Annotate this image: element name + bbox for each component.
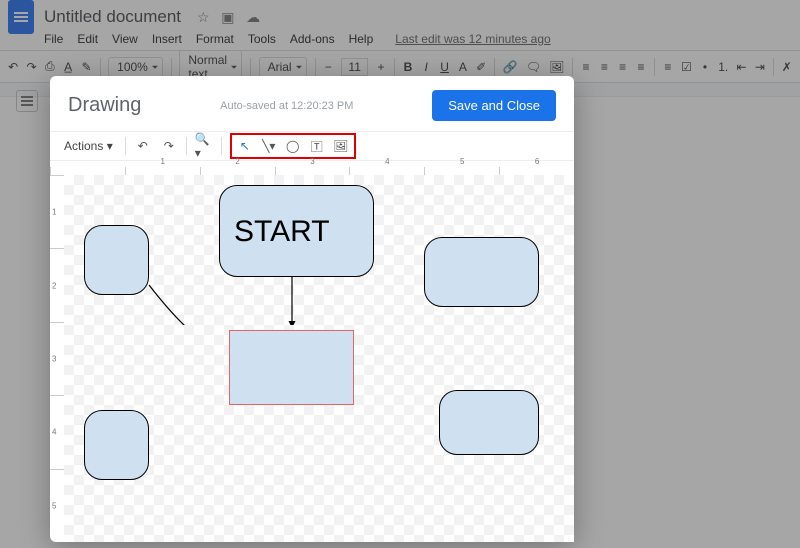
- bold-icon[interactable]: B: [403, 57, 413, 77]
- undo-icon[interactable]: ↶: [8, 57, 18, 77]
- text-color-icon[interactable]: A: [458, 57, 468, 77]
- h-ruler: 1 2 3 4 5 6: [50, 161, 574, 175]
- title-bar: Untitled document ☆ ▣ ☁: [0, 0, 800, 30]
- doc-title[interactable]: Untitled document: [44, 7, 181, 27]
- undo-icon[interactable]: ↶: [134, 137, 152, 155]
- image-tool-icon[interactable]: 🖼: [332, 137, 350, 155]
- indent-inc-icon[interactable]: ⇥: [755, 57, 765, 77]
- v-ruler: 1 2 3 4 5: [50, 175, 64, 542]
- zoom-tool-icon[interactable]: 🔍▾: [195, 137, 213, 155]
- star-icon[interactable]: ☆: [197, 9, 210, 25]
- menu-insert[interactable]: Insert: [152, 32, 182, 46]
- textbox-tool-icon[interactable]: 🅃: [308, 137, 326, 155]
- line-spacing-icon[interactable]: ≡: [663, 57, 673, 77]
- comment-icon[interactable]: 🗨: [526, 57, 541, 77]
- print-icon[interactable]: ⎙: [45, 57, 55, 77]
- redo-icon[interactable]: ↷: [160, 137, 178, 155]
- link-icon[interactable]: 🔗: [503, 57, 518, 77]
- menu-tools[interactable]: Tools: [248, 32, 276, 46]
- font-size-dec-icon[interactable]: −: [323, 57, 333, 77]
- move-folder-icon[interactable]: ▣: [221, 9, 234, 25]
- node-top-right[interactable]: [424, 237, 539, 307]
- start-label: START: [234, 215, 330, 249]
- cloud-status-icon: ☁: [246, 9, 260, 25]
- docs-logo-icon[interactable]: [8, 0, 34, 34]
- align-right-icon[interactable]: ≡: [617, 57, 627, 77]
- node-bottom-left[interactable]: [84, 410, 149, 480]
- checklist-icon[interactable]: ☑: [681, 57, 692, 77]
- node-top-left[interactable]: [84, 225, 149, 295]
- numbered-list-icon[interactable]: 1.: [718, 57, 728, 77]
- clear-format-icon[interactable]: ✗: [782, 57, 792, 77]
- drawing-header: Drawing Auto-saved at 12:20:23 PM Save a…: [50, 76, 574, 131]
- node-bottom-right[interactable]: [439, 390, 539, 455]
- autosave-text: Auto-saved at 12:20:23 PM: [220, 100, 353, 112]
- select-tool-icon[interactable]: ↖: [236, 137, 254, 155]
- menu-view[interactable]: View: [112, 32, 138, 46]
- shape-tool-icon[interactable]: ◯: [284, 137, 302, 155]
- underline-icon[interactable]: U: [439, 57, 449, 77]
- image-icon[interactable]: 🖼: [549, 57, 564, 77]
- drawing-canvas[interactable]: START: [64, 175, 574, 542]
- spellcheck-icon[interactable]: A̲: [63, 57, 73, 77]
- font-select[interactable]: Arial: [259, 57, 307, 77]
- italic-icon[interactable]: I: [421, 57, 431, 77]
- align-center-icon[interactable]: ≡: [599, 57, 609, 77]
- outline-toggle-icon[interactable]: [16, 90, 38, 112]
- line-tool-icon[interactable]: ╲▾: [260, 137, 278, 155]
- paint-format-icon[interactable]: ✎: [81, 57, 91, 77]
- last-edit-text[interactable]: Last edit was 12 minutes ago: [395, 32, 550, 46]
- menu-help[interactable]: Help: [349, 32, 374, 46]
- align-left-icon[interactable]: ≡: [581, 57, 591, 77]
- drawing-dialog: Drawing Auto-saved at 12:20:23 PM Save a…: [50, 76, 574, 542]
- actions-menu[interactable]: Actions ▾: [60, 137, 117, 155]
- menu-addons[interactable]: Add-ons: [290, 32, 335, 46]
- indent-dec-icon[interactable]: ⇤: [736, 57, 746, 77]
- menu-edit[interactable]: Edit: [77, 32, 98, 46]
- tools-highlight: ↖ ╲▾ ◯ 🅃 🖼: [230, 133, 356, 159]
- title-icons: ☆ ▣ ☁: [193, 9, 264, 26]
- save-and-close-button[interactable]: Save and Close: [432, 90, 556, 121]
- center-node[interactable]: [229, 330, 354, 405]
- zoom-select[interactable]: 100%: [108, 57, 163, 77]
- menu-format[interactable]: Format: [196, 32, 234, 46]
- font-size-input[interactable]: 11: [341, 58, 367, 76]
- redo-icon[interactable]: ↷: [26, 57, 36, 77]
- bulleted-list-icon[interactable]: •: [700, 57, 710, 77]
- drawing-title: Drawing: [68, 94, 141, 117]
- highlight-icon[interactable]: ✐: [476, 57, 486, 77]
- menu-bar: File Edit View Insert Format Tools Add-o…: [0, 30, 800, 51]
- menu-file[interactable]: File: [44, 32, 63, 46]
- font-size-inc-icon[interactable]: +: [376, 57, 386, 77]
- align-justify-icon[interactable]: ≡: [636, 57, 646, 77]
